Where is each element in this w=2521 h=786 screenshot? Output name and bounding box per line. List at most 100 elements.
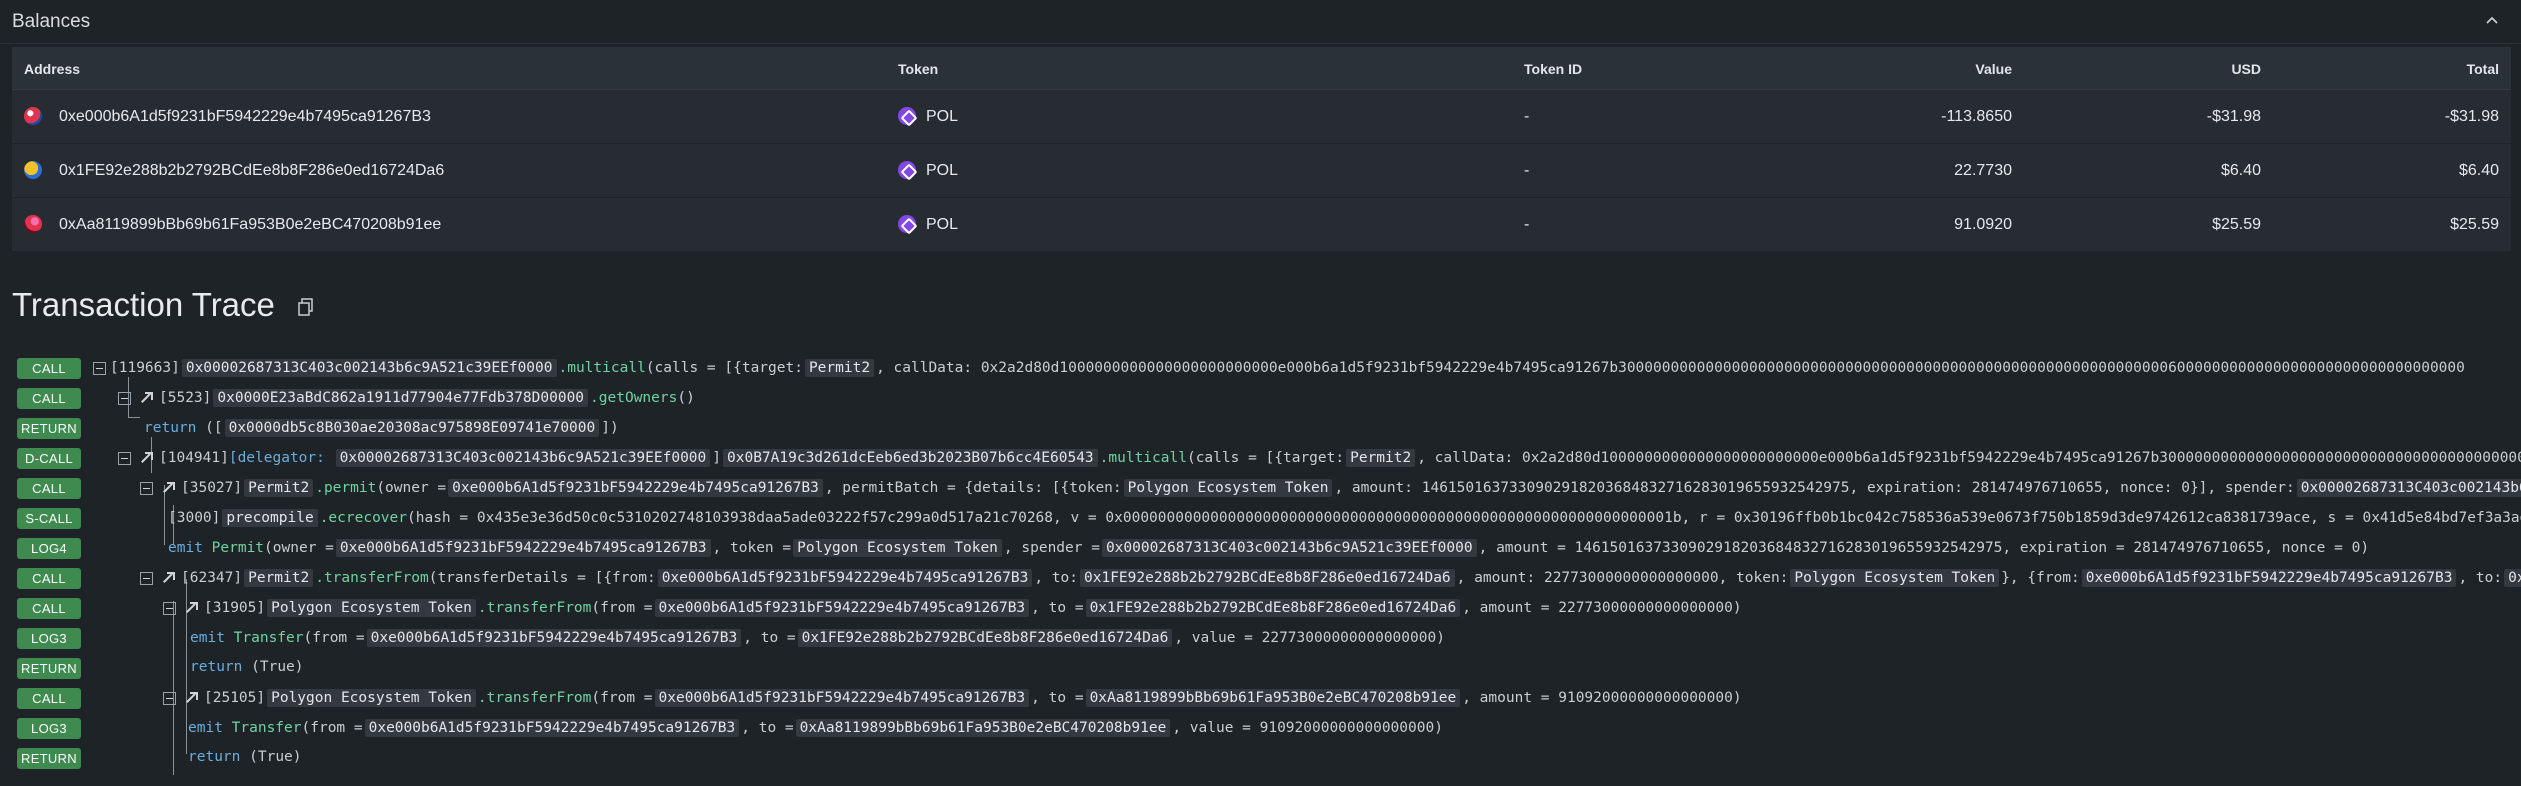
call-type-badge: LOG3 <box>17 718 81 739</box>
token-tag[interactable]: Polygon Ecosystem Token <box>1790 569 2000 587</box>
collapse-box-icon[interactable] <box>140 481 153 495</box>
call-args: , value = 91092000000000000000) <box>1172 720 1443 736</box>
address-link[interactable]: 0xe000b6A1d5f9231bF5942229e4b7495ca91267… <box>59 108 431 126</box>
token-tag[interactable]: Polygon Ecosystem Token <box>267 689 476 707</box>
address-tag[interactable]: 0x1FE92e288b2b2792BCdEe8b8F286e0ed16724D… <box>1085 599 1461 617</box>
trace-row: CALL [119663] 0x00002687313C403c002143b6… <box>0 355 2521 381</box>
pin-icon[interactable] <box>139 451 153 465</box>
address-tag[interactable]: 0xe000b6A1d5f9231bF5942229e4b7495ca91267… <box>448 479 823 497</box>
call-args: }, {from: <box>2001 570 2080 586</box>
gas-value: [5523] <box>159 390 212 406</box>
address-tag[interactable]: 0x0000db5c8B030ae20308ac975898E09741e700… <box>224 419 600 437</box>
collapse-box-icon[interactable] <box>163 691 176 705</box>
call-args: , to: <box>2458 570 2503 586</box>
call-args: (owner = <box>264 540 334 556</box>
method-name: .transferFrom <box>315 570 429 586</box>
token-tag[interactable]: Polygon Ecosystem Token <box>1123 479 1333 497</box>
col-usd: USD <box>2231 61 2261 77</box>
contract-tag[interactable]: precompile <box>222 509 318 527</box>
balances-title: Balances <box>12 11 91 32</box>
call-args: , spender = <box>1003 540 1100 556</box>
call-args: (from = <box>591 600 653 616</box>
call-args: , amount = 22773000000000000000) <box>1462 600 1742 616</box>
address-tag[interactable]: 0xe000b6A1d5f9231bF5942229e4b7495ca91267… <box>654 689 1030 707</box>
col-value: Value <box>1975 61 2012 77</box>
pin-icon[interactable] <box>161 571 175 585</box>
copy-icon[interactable] <box>298 298 314 316</box>
page-title: Transaction Trace <box>12 286 275 323</box>
address-tag[interactable]: 0x00002687313C403c002143b6c9A521c39EEf00… <box>335 449 711 467</box>
bracket: ] <box>712 450 721 466</box>
call-args: (owner = <box>376 480 447 496</box>
address-tag[interactable]: 0xAa8119899bBb69b61Fa953B0e2eBC470208b91… <box>795 719 1171 737</box>
address-tag[interactable]: 0xe000b6A1d5f9231bF5942229e4b7495ca91267… <box>2081 569 2457 587</box>
call-type-badge: CALL <box>17 478 81 499</box>
trace-row: CALL [31905] Polygon Ecosystem Token .tr… <box>0 595 2521 621</box>
address-tag[interactable]: 0xe000b6A1d5f9231bF5942229e4b7495ca91267… <box>364 719 740 737</box>
token-label[interactable]: POL <box>926 216 958 234</box>
collapse-box-icon[interactable] <box>118 391 131 405</box>
emit-keyword: emit <box>188 720 223 736</box>
call-type-badge: RETURN <box>17 748 81 769</box>
call-type-badge: CALL <box>17 598 81 619</box>
token-tag[interactable]: Polygon Ecosystem Token <box>267 599 476 617</box>
address-tag[interactable]: 0xe000b6A1d5f9231bF5942229e4b7495ca91267… <box>657 569 1033 587</box>
contract-tag[interactable]: Permit2 <box>244 479 314 497</box>
address-tag[interactable]: 0xAa8119899bBb69b61Fa953B0e2eBC470208b91… <box>1085 689 1461 707</box>
value: 22.7730 <box>1954 162 2012 179</box>
total: -$31.98 <box>2444 108 2499 125</box>
delegator-label: [delegator: <box>228 450 325 466</box>
return-value: (True) <box>251 659 304 675</box>
token-label[interactable]: POL <box>926 162 958 180</box>
pin-icon[interactable] <box>139 391 153 405</box>
pin-icon[interactable] <box>184 691 198 705</box>
pin-icon[interactable] <box>184 601 198 615</box>
trace-row: CALL [5523] 0x0000E23aBdC862a1911d77904e… <box>0 385 2521 411</box>
address-tag[interactable]: 0xe000b6A1d5f9231bF5942229e4b7495ca91267… <box>366 629 742 647</box>
gas-value: [31905] <box>204 600 266 616</box>
address-link[interactable]: 0x1FE92e288b2b2792BCdEe8b8F286e0ed16724D… <box>59 162 444 180</box>
pin-icon[interactable] <box>161 481 175 495</box>
col-token: Token <box>898 61 939 77</box>
balances-header[interactable]: Balances <box>0 0 2521 44</box>
event-name: Transfer <box>231 720 302 736</box>
call-args: , amount: 146150163733090291820368483271… <box>1334 480 2295 496</box>
address-tag[interactable]: 0xe000b6A1d5f9231bF5942229e4b7495ca91267… <box>654 599 1030 617</box>
col-token-id: Token ID <box>1524 61 1583 77</box>
call-args-rest: , callData: 0x2a2d80d1000000000000000000… <box>1417 450 2521 466</box>
contract-tag[interactable]: Permit2 <box>804 359 875 377</box>
collapse-box-icon[interactable] <box>93 361 106 375</box>
call-args: , amount = 14615016373309029182036848327… <box>1478 540 2370 556</box>
table-row: 0xe000b6A1d5f9231bF5942229e4b7495ca91267… <box>12 90 2511 144</box>
return-keyword: return <box>144 420 197 436</box>
address-tag[interactable]: 0x1FE92e288b2b2792BCdEe8b8F286e0ed16724D… <box>797 629 1173 647</box>
address-tag[interactable]: 0x0B7A19c3d261dcEeb6ed3b2023B07b6cc4E605… <box>723 449 1098 467</box>
chevron-up-icon[interactable] <box>2481 10 2503 32</box>
collapse-box-icon[interactable] <box>163 601 176 615</box>
table-header: Address Token Token ID Value USD Total <box>12 47 2511 90</box>
address-tag[interactable]: 0x00002687313C403c002143b6c9A521c39EEf00… <box>2296 479 2521 497</box>
call-type-badge: D-CALL <box>17 448 81 469</box>
token-label[interactable]: POL <box>926 108 958 126</box>
return-open: ([ <box>205 420 223 436</box>
return-close: ]) <box>601 420 619 436</box>
address-tag[interactable]: 0x00002687313C403c002143b6c9A521c39EEf00… <box>1101 539 1477 557</box>
value: -113.8650 <box>1941 108 2012 125</box>
contract-tag[interactable]: Permit2 <box>1346 449 1416 467</box>
address-tag[interactable]: 0xAa8119899bBb69b61Fa953B0e2eBC470208b91… <box>2504 569 2521 587</box>
collapse-box-icon[interactable] <box>140 571 153 585</box>
collapse-box-icon[interactable] <box>118 451 131 465</box>
address-tag[interactable]: 0x0000E23aBdC862a1911d77904e77Fdb378D000… <box>213 389 589 407</box>
gas-value: [35027] <box>181 480 243 496</box>
return-value: (True) <box>249 749 302 765</box>
address-tag[interactable]: 0x00002687313C403c002143b6c9A521c39EEf00… <box>181 359 557 377</box>
call-args: (transferDetails = [{from: <box>428 570 656 586</box>
contract-tag[interactable]: Permit2 <box>244 569 314 587</box>
address-tag[interactable]: 0xe000b6A1d5f9231bF5942229e4b7495ca91267… <box>335 539 711 557</box>
call-args: (from = <box>303 630 365 646</box>
token-tag[interactable]: Polygon Ecosystem Token <box>793 539 1002 557</box>
token-id: - <box>1524 162 1530 179</box>
address-link[interactable]: 0xAa8119899bBb69b61Fa953B0e2eBC470208b91… <box>59 216 441 234</box>
address-tag[interactable]: 0x1FE92e288b2b2792BCdEe8b8F286e0ed16724D… <box>1080 569 1455 587</box>
gas-value: [119663] <box>110 360 180 376</box>
